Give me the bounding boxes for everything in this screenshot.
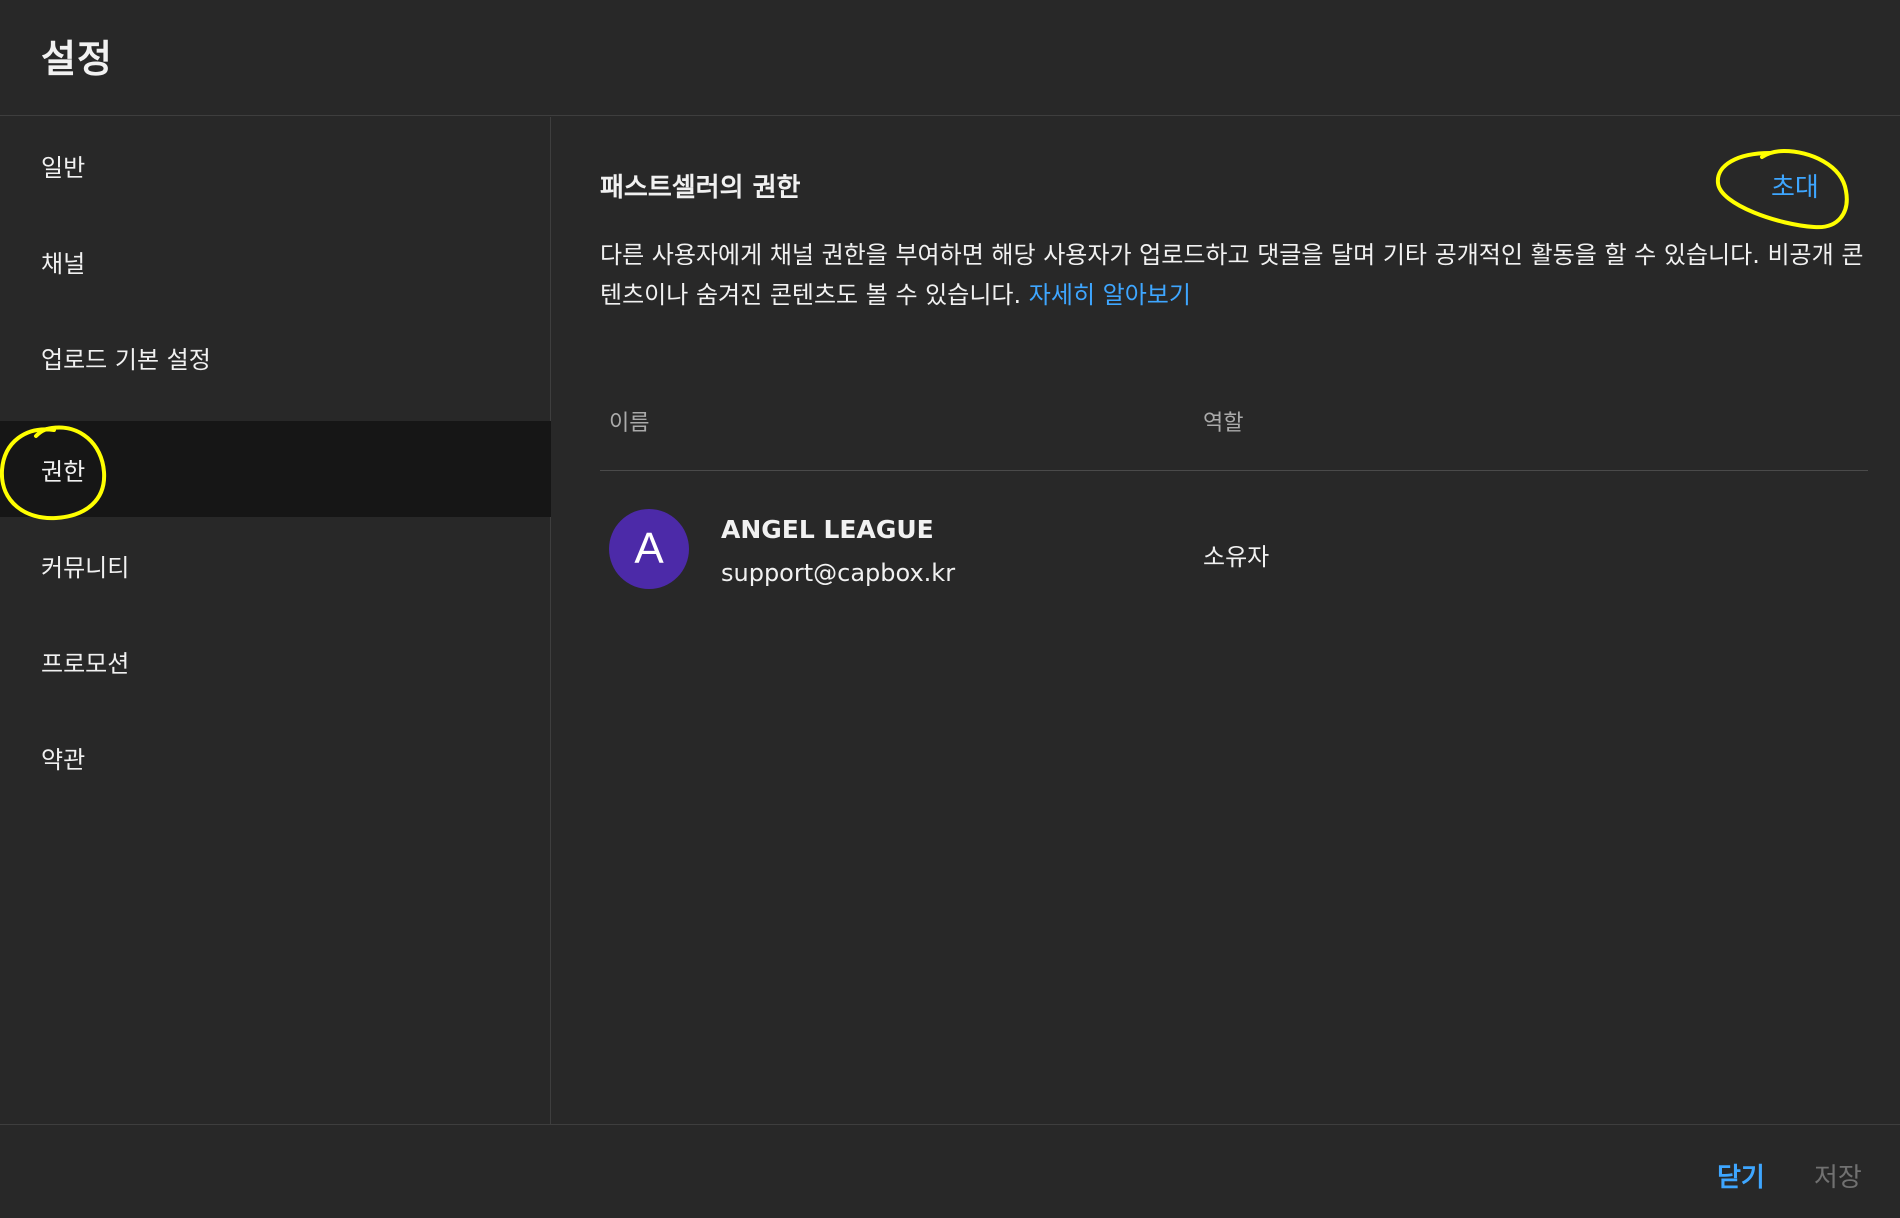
learn-more-link[interactable]: 자세히 알아보기	[1029, 281, 1191, 309]
table-row: A ANGEL LEAGUE support@capbox.kr 소유자	[600, 489, 1868, 589]
user-role[interactable]: 소유자	[1203, 537, 1269, 572]
invite-button[interactable]: 초대	[1767, 165, 1823, 206]
column-header-name: 이름	[609, 411, 650, 436]
sidebar-item-terms[interactable]: 약관	[0, 709, 551, 805]
sidebar-item-permissions[interactable]: 권한	[0, 421, 551, 517]
avatar: A	[609, 509, 689, 589]
user-name: ANGEL LEAGUE	[721, 515, 934, 544]
permissions-description: 다른 사용자에게 채널 권한을 부여하면 해당 사용자가 업로드하고 댓글을 달…	[600, 235, 1870, 315]
sidebar-item-channel[interactable]: 채널	[0, 213, 551, 309]
section-title: 패스트셀러의 권한	[600, 173, 801, 203]
table-divider	[600, 470, 1868, 471]
sidebar-item-promotion[interactable]: 프로모션	[0, 613, 551, 709]
dialog-title: 설정	[41, 37, 113, 81]
save-button[interactable]: 저장	[1814, 1157, 1862, 1194]
permissions-panel: 패스트셀러의 권한 초대 다른 사용자에게 채널 권한을 부여하면 해당 사용자…	[552, 117, 1900, 1124]
sidebar-item-community[interactable]: 커뮤니티	[0, 517, 551, 613]
dialog-header: 설정	[0, 0, 1900, 116]
column-header-role: 역할	[1203, 411, 1244, 436]
sidebar-item-general[interactable]: 일반	[0, 117, 551, 213]
sidebar-item-upload-defaults[interactable]: 업로드 기본 설정	[0, 309, 551, 405]
settings-dialog: 설정 일반 채널 업로드 기본 설정 권한 커뮤니티 프로모션 약관 패스트셀러…	[0, 0, 1900, 1218]
user-email: support@capbox.kr	[721, 559, 956, 587]
close-button[interactable]: 닫기	[1717, 1157, 1765, 1194]
dialog-footer: 닫기 저장	[0, 1124, 1900, 1218]
description-text: 다른 사용자에게 채널 권한을 부여하면 해당 사용자가 업로드하고 댓글을 달…	[600, 241, 1864, 309]
settings-sidebar: 일반 채널 업로드 기본 설정 권한 커뮤니티 프로모션 약관	[0, 117, 551, 1124]
